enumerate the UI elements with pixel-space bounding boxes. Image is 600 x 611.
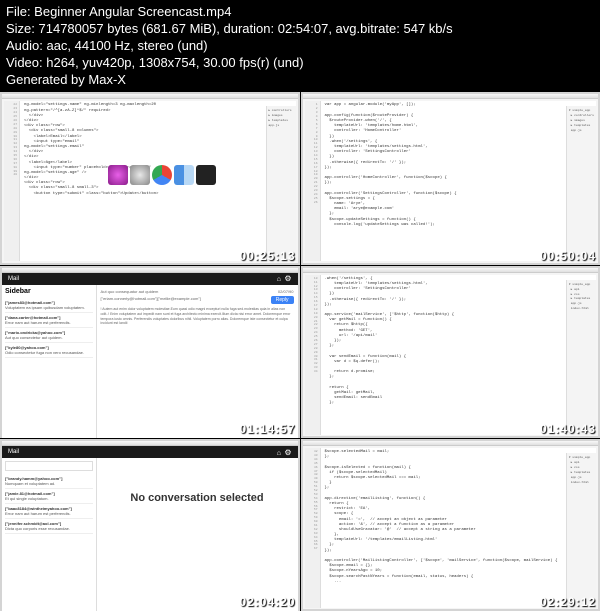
thumbnail-grid: 22232425262728293031323334353637383940 n… (0, 92, 600, 611)
mail-list-item[interactable]: ["baac8184@wintheimyahoo.com"]Error nam … (5, 504, 93, 519)
code-snippet: .when('/settings', { templateUrl: 'templ… (325, 277, 595, 407)
home-icon[interactable]: ⌂ (277, 450, 281, 457)
mail-title: Mail (8, 449, 19, 455)
size-line: Size: 714780057 bytes (681.67 MiB), dura… (6, 21, 594, 38)
mail-date: 02/07/90 (278, 289, 294, 294)
mail-header: Mail ⌂ ⚙ (2, 446, 298, 458)
safari-icon[interactable] (130, 165, 150, 185)
gear-icon[interactable]: ⚙ (284, 274, 291, 283)
reply-button[interactable]: Reply (271, 296, 294, 304)
mail-sidebar: ["brandy.hamm@yahoo.com"]Numquam et volu… (2, 458, 97, 611)
timestamp: 02:29:12 (540, 595, 596, 609)
timestamp: 00:25:13 (239, 249, 295, 263)
mail-body-text: ! Autem aut enim dolor voluptatem molest… (101, 307, 294, 327)
video-line: Video: h264, yuv420p, 1308x754, 30.00 fp… (6, 55, 594, 72)
mail-title: Mail (8, 276, 19, 282)
file-tree: ▾ simple_app ▸ controllers ▸ images ▸ te… (566, 106, 596, 261)
file-line: File: Beginner Angular Screencast.mp4 (6, 4, 594, 21)
code-snippet: var app = angular.module('myApp', []); a… (325, 103, 595, 228)
mail-list-item[interactable]: ["jennifer.schmidt@aol.com"]Dicta quo co… (5, 519, 93, 534)
mail-header: Mail ⌂ ⚙ (2, 273, 298, 285)
search-input[interactable] (5, 461, 93, 471)
mail-content: Aut quo consequatur aut quidem 02/07/90 … (97, 285, 298, 438)
mail-subject: Aut quo consequatur aut quidem (101, 289, 159, 294)
mail-sidebar: Sidebar ["james83@hotmail.com"]Voluptate… (2, 285, 97, 438)
file-tree: ▾ simple_app ▸ api ▸ css ▸ templates app… (566, 453, 596, 608)
code-snippet: $scope.selectedMail = mail; }; $scope.is… (325, 450, 595, 585)
timestamp: 01:14:57 (239, 422, 295, 436)
gear-icon[interactable]: ⚙ (284, 448, 291, 457)
finder-icon[interactable] (174, 165, 194, 185)
mail-list-item[interactable]: ["dana.carter@hotmail.com"]Error nam aut… (5, 313, 93, 328)
home-icon[interactable]: ⌂ (277, 276, 281, 283)
audio-line: Audio: aac, 44100 Hz, stereo (und) (6, 38, 594, 55)
mac-dock (105, 162, 219, 188)
timestamp: 00:50:04 (540, 249, 596, 263)
timestamp: 01:40:43 (540, 422, 596, 436)
sidebar-title: Sidebar (5, 288, 93, 295)
mail-from: ["eriam.connerly@hotmail.com"]["mellie@e… (101, 296, 201, 304)
mail-list-item[interactable]: ["mario.ondricka@yahoo.com"]Aut quo cons… (5, 328, 93, 343)
chrome-icon[interactable] (152, 165, 172, 185)
no-conversation-label: No conversation selected (101, 482, 294, 514)
thumbnail-5: Mail ⌂ ⚙ ["brandy.hamm@yahoo.com"]Numqua… (0, 439, 300, 611)
thumbnail-3: Mail ⌂ ⚙ Sidebar ["james83@hotmail.com"]… (0, 266, 300, 438)
thumbnail-1: 22232425262728293031323334353637383940 n… (0, 92, 300, 264)
mail-list-item[interactable]: ["kyle80@yahoo.com"]Odio consectetur fug… (5, 343, 93, 358)
thumbnail-2: 1234567891011121314151617181920212223242… (301, 92, 600, 264)
mail-list-item[interactable]: ["james83@hotmail.com"]Voluptatem ea ips… (5, 298, 93, 313)
file-tree: ▸ controllers▸ images▸ templatesapp.js (266, 106, 296, 261)
thumbnail-6: 4243444546474849505152535455565758596061… (301, 439, 600, 611)
mail-list-item[interactable]: ["brandy.hamm@yahoo.com"]Numquam et volu… (5, 474, 93, 489)
timestamp: 02:04:20 (239, 595, 295, 609)
terminal-icon[interactable] (196, 165, 216, 185)
file-tree: ▾ simple_app ▸ api ▸ css ▸ templates app… (566, 280, 596, 435)
thumbnail-4: 1011121314151617181920212223242526272829… (301, 266, 600, 438)
generated-line: Generated by Max-X (6, 72, 594, 89)
mail-list-item[interactable]: ["jamie.81@hotmail.com"]Et qui single vo… (5, 489, 93, 504)
mail-content: No conversation selected (97, 458, 298, 611)
app-icon[interactable] (108, 165, 128, 185)
